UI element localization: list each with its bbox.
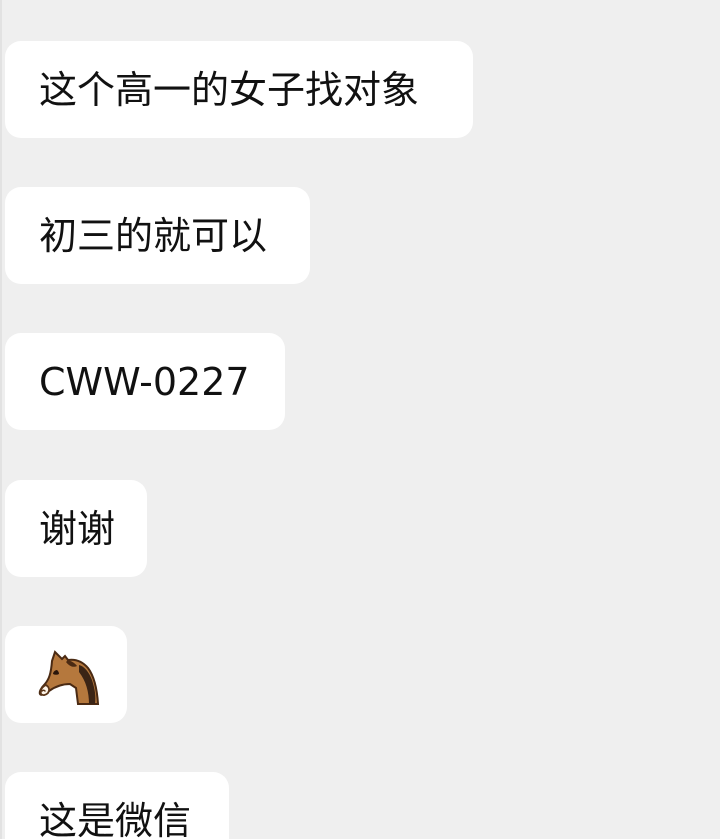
message-bubble-1[interactable]: 这个高一的女子找对象 bbox=[5, 41, 473, 138]
message-bubble-2[interactable]: 初三的就可以 bbox=[5, 187, 310, 284]
message-text: 这个高一的女子找对象 bbox=[39, 67, 420, 112]
message-text: 这是微信 bbox=[39, 798, 192, 839]
message-text: CWW-0227 bbox=[39, 359, 250, 404]
message-bubble-4[interactable]: 谢谢 bbox=[5, 480, 147, 577]
message-text: 谢谢 bbox=[39, 506, 116, 551]
message-bubble-3[interactable]: CWW-0227 bbox=[5, 333, 285, 430]
message-text: 初三的就可以 bbox=[39, 213, 268, 258]
horse-face-icon bbox=[38, 649, 100, 705]
left-edge-divider bbox=[0, 0, 2, 839]
message-bubble-6[interactable]: 这是微信 bbox=[5, 772, 229, 839]
chat-message-list: 这个高一的女子找对象 初三的就可以 CWW-0227 谢谢 这是微信 bbox=[0, 0, 720, 839]
message-bubble-5[interactable] bbox=[5, 626, 127, 723]
